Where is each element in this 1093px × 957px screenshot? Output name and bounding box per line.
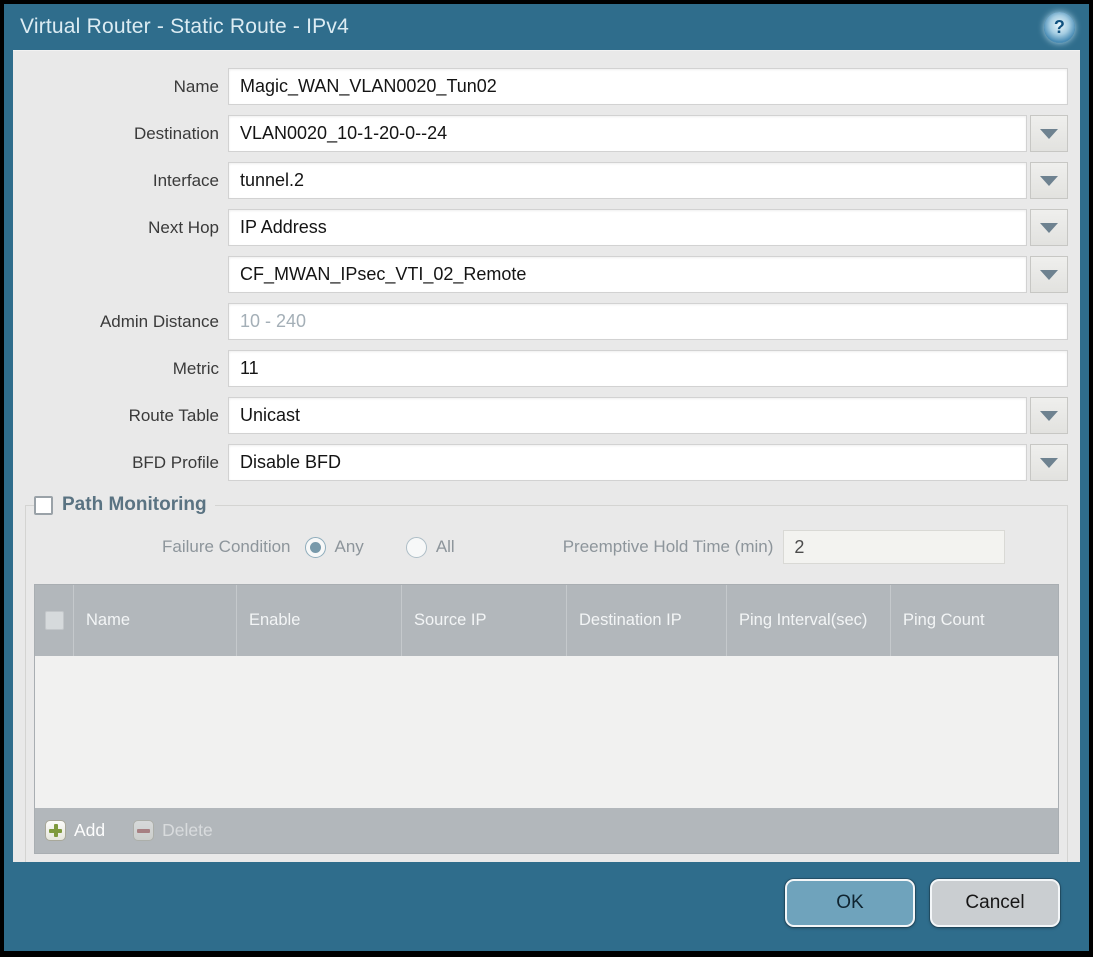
dialog-title: Virtual Router - Static Route - IPv4 — [20, 15, 349, 39]
chevron-down-icon — [1040, 270, 1058, 280]
delete-button[interactable]: Delete — [133, 820, 213, 841]
path-monitoring-legend: Path Monitoring — [34, 494, 215, 516]
admin-distance-input[interactable] — [228, 303, 1068, 340]
form-row-admin-distance: Admin Distance — [13, 298, 1080, 345]
name-input[interactable] — [228, 68, 1068, 105]
next-hop-type-dropdown-button[interactable] — [1030, 209, 1068, 246]
help-icon[interactable]: ? — [1044, 12, 1075, 43]
add-button[interactable]: Add — [45, 820, 105, 841]
column-header-ping-count: Ping Count — [890, 585, 1058, 656]
path-monitoring-checkbox[interactable] — [34, 496, 53, 515]
route-table-dropdown-button[interactable] — [1030, 397, 1068, 434]
next-hop-label: Next Hop — [27, 218, 228, 238]
form-row-route-table: Route Table — [13, 392, 1080, 439]
route-table-label: Route Table — [27, 406, 228, 426]
form-row-bfd-profile: BFD Profile — [13, 439, 1080, 486]
failure-condition-all-label: All — [436, 537, 455, 557]
path-monitoring-title: Path Monitoring — [62, 494, 207, 516]
static-route-dialog: Virtual Router - Static Route - IPv4 ? N… — [4, 4, 1089, 951]
table-header-checkbox-cell — [35, 585, 73, 656]
chevron-down-icon — [1040, 223, 1058, 233]
destination-input[interactable] — [228, 115, 1027, 152]
preemptive-hold-time-label: Preemptive Hold Time (min) — [563, 537, 774, 557]
failure-condition-all-radio[interactable] — [406, 537, 427, 558]
chevron-down-icon — [1040, 458, 1058, 468]
minus-icon — [133, 820, 154, 841]
preemptive-hold-time-input[interactable] — [783, 530, 1005, 564]
route-table-input[interactable] — [228, 397, 1027, 434]
path-monitoring-section: Path Monitoring Failure Condition Any Al… — [25, 494, 1068, 862]
chevron-down-icon — [1040, 176, 1058, 186]
dialog-titlebar: Virtual Router - Static Route - IPv4 ? — [4, 4, 1089, 50]
metric-input[interactable] — [228, 350, 1068, 387]
cancel-button[interactable]: Cancel — [930, 879, 1060, 927]
interface-label: Interface — [27, 171, 228, 191]
form-row-next-hop-address — [13, 251, 1080, 298]
column-header-ping-interval: Ping Interval(sec) — [726, 585, 890, 656]
form-row-destination: Destination — [13, 110, 1080, 157]
bfd-profile-dropdown-button[interactable] — [1030, 444, 1068, 481]
column-header-name: Name — [73, 585, 236, 656]
add-button-label: Add — [74, 820, 105, 841]
column-header-enable: Enable — [236, 585, 401, 656]
radio-dot-icon — [310, 542, 321, 553]
failure-condition-any-label: Any — [335, 537, 364, 557]
table-header: Name Enable Source IP Destination IP Pin… — [35, 585, 1058, 656]
column-header-source-ip: Source IP — [401, 585, 566, 656]
dialog-footer: OK Cancel — [4, 862, 1089, 951]
path-monitoring-options-row: Failure Condition Any All Preemptive Hol… — [34, 516, 1059, 576]
admin-distance-label: Admin Distance — [27, 312, 228, 332]
table-body-empty — [35, 656, 1058, 808]
table-toolbar: Add Delete — [35, 808, 1058, 853]
select-all-checkbox[interactable] — [45, 611, 64, 630]
name-label: Name — [27, 77, 228, 97]
chevron-down-icon — [1040, 129, 1058, 139]
form-row-name: Name — [13, 63, 1080, 110]
interface-dropdown-button[interactable] — [1030, 162, 1068, 199]
form-row-metric: Metric — [13, 345, 1080, 392]
destination-dropdown-button[interactable] — [1030, 115, 1068, 152]
destination-label: Destination — [27, 124, 228, 144]
form-row-interface: Interface — [13, 157, 1080, 204]
failure-condition-label: Failure Condition — [162, 537, 291, 557]
next-hop-address-dropdown-button[interactable] — [1030, 256, 1068, 293]
metric-label: Metric — [27, 359, 228, 379]
bfd-profile-label: BFD Profile — [27, 453, 228, 473]
form-row-next-hop: Next Hop — [13, 204, 1080, 251]
next-hop-address-input[interactable] — [228, 256, 1027, 293]
bfd-profile-input[interactable] — [228, 444, 1027, 481]
delete-button-label: Delete — [162, 820, 213, 841]
failure-condition-any-radio[interactable] — [305, 537, 326, 558]
plus-icon — [45, 820, 66, 841]
ok-button[interactable]: OK — [785, 879, 915, 927]
path-monitoring-table: Name Enable Source IP Destination IP Pin… — [34, 584, 1059, 854]
column-header-destination-ip: Destination IP — [566, 585, 726, 656]
interface-input[interactable] — [228, 162, 1027, 199]
next-hop-type-input[interactable] — [228, 209, 1027, 246]
dialog-content: Name Destination Interface — [13, 50, 1080, 862]
chevron-down-icon — [1040, 411, 1058, 421]
